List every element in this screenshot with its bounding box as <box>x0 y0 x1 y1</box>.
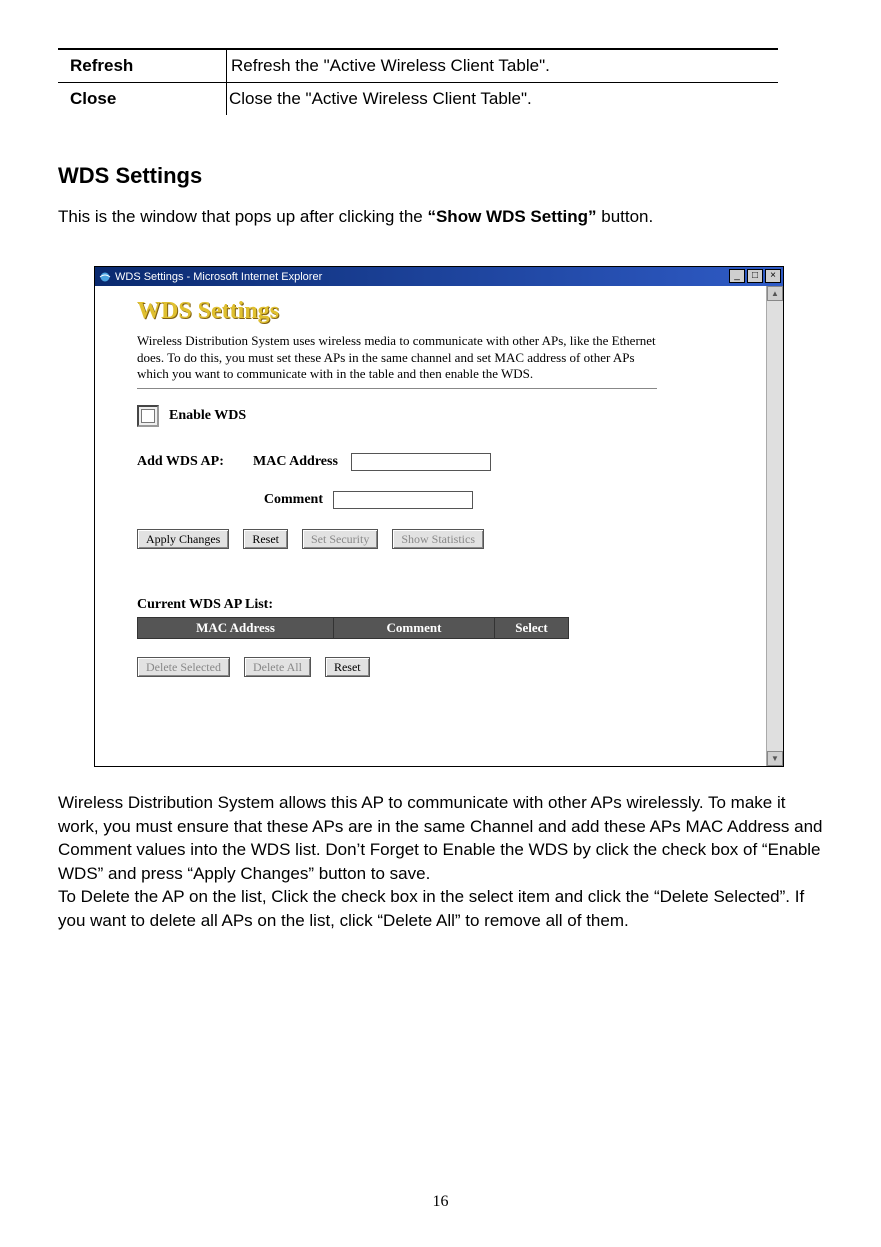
page-number: 16 <box>0 1193 881 1211</box>
body-paragraph-2: To Delete the AP on the list, Click the … <box>58 885 829 932</box>
minimize-button[interactable]: _ <box>729 269 745 283</box>
col-select: Select <box>495 618 568 638</box>
comment-input[interactable] <box>333 491 473 509</box>
scroll-up-icon[interactable]: ▲ <box>767 286 783 301</box>
close-button[interactable]: × <box>765 269 781 283</box>
divider <box>137 388 657 389</box>
intro-post: button. <box>597 207 654 226</box>
definition-table: Refresh Refresh the "Active Wireless Cli… <box>58 48 778 115</box>
show-statistics-button[interactable]: Show Statistics <box>392 529 484 549</box>
enable-wds-checkbox[interactable] <box>137 405 159 427</box>
mac-address-input[interactable] <box>351 453 491 471</box>
maximize-button[interactable]: □ <box>747 269 763 283</box>
row-label: Refresh <box>58 49 227 83</box>
window-title: WDS Settings - Microsoft Internet Explor… <box>115 271 729 283</box>
reset-button[interactable]: Reset <box>243 529 288 549</box>
col-comment: Comment <box>334 618 495 638</box>
delete-all-button[interactable]: Delete All <box>244 657 311 677</box>
ie-icon <box>98 270 112 284</box>
mac-address-label: MAC Address <box>253 454 345 470</box>
ie-content: WDS Settings Wireless Distribution Syste… <box>95 286 766 766</box>
col-mac-address: MAC Address <box>138 618 334 638</box>
intro-pre: This is the window that pops up after cl… <box>58 207 427 226</box>
page-description: Wireless Distribution System uses wirele… <box>137 333 667 382</box>
add-wds-label: Add WDS AP: <box>137 454 247 470</box>
apply-changes-button[interactable]: Apply Changes <box>137 529 229 549</box>
section-heading: WDS Settings <box>58 163 829 189</box>
ap-list-header: MAC Address Comment Select <box>137 617 569 639</box>
body-paragraph-1: Wireless Distribution System allows this… <box>58 791 829 885</box>
intro-paragraph: This is the window that pops up after cl… <box>58 205 829 228</box>
ie-window: WDS Settings - Microsoft Internet Explor… <box>94 266 784 767</box>
delete-selected-button[interactable]: Delete Selected <box>137 657 230 677</box>
comment-label: Comment <box>253 492 323 508</box>
reset-list-button[interactable]: Reset <box>325 657 370 677</box>
scroll-down-icon[interactable]: ▼ <box>767 751 783 766</box>
ap-list-title: Current WDS AP List: <box>137 597 746 613</box>
page-title: WDS Settings <box>137 298 746 325</box>
set-security-button[interactable]: Set Security <box>302 529 378 549</box>
enable-wds-label: Enable WDS <box>169 408 246 424</box>
intro-bold: “Show WDS Setting” <box>427 207 596 226</box>
row-desc: Close the "Active Wireless Client Table"… <box>227 83 779 116</box>
row-desc: Refresh the "Active Wireless Client Tabl… <box>227 49 779 83</box>
row-label: Close <box>58 83 227 116</box>
scrollbar[interactable]: ▲ ▼ <box>766 286 783 766</box>
titlebar: WDS Settings - Microsoft Internet Explor… <box>95 267 783 286</box>
